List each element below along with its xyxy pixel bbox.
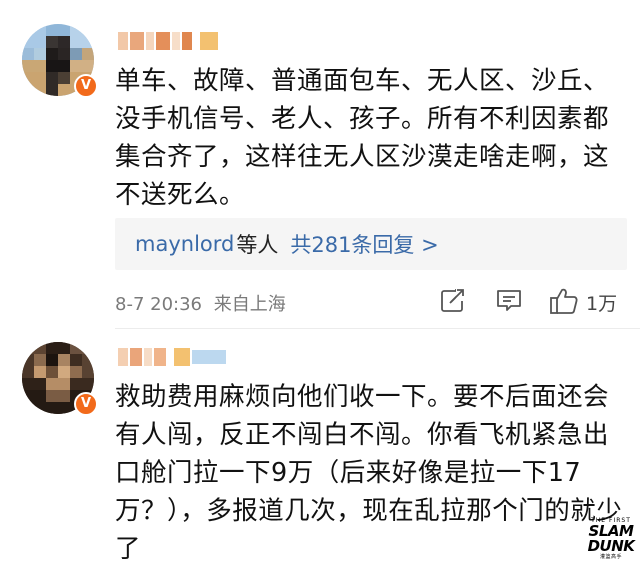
divider: [115, 328, 640, 329]
username-pixelated[interactable]: [118, 30, 218, 52]
verified-badge-icon: V: [74, 74, 98, 98]
share-icon: [441, 287, 466, 312]
slam-dunk-watermark-logo: THE FIRST SLAM DUNK 灌篮高手: [584, 518, 638, 560]
like-count: 1万: [586, 293, 618, 315]
reply-user-link[interactable]: maynlord: [135, 232, 234, 256]
username-pixelated[interactable]: [118, 346, 226, 368]
comment-text: 救助费用麻烦向他们收一下。要不后面还会有人闯，反正不闯白不闯。你看飞机紧急出口舱…: [115, 382, 623, 564]
reply-summary[interactable]: maynlord 等人 共281条回复 >: [115, 218, 627, 270]
comment-text: 单车、故障、普通面包车、无人区、沙丘、没手机信号、老人、孩子。所有不利因素都集合…: [115, 66, 610, 210]
logo-line: DUNK: [587, 537, 635, 555]
comment-button[interactable]: [494, 285, 524, 317]
verified-badge-icon: V: [74, 392, 98, 416]
comment-location: 来自上海: [213, 294, 286, 315]
reply-count-link[interactable]: 共281条回复 >: [290, 229, 438, 259]
comment-meta: 8-7 20:36 来自上海: [115, 290, 286, 316]
comment-date: 8-7 20:36: [115, 294, 202, 315]
share-button[interactable]: [438, 285, 468, 317]
like-button[interactable]: [548, 285, 580, 317]
logo-line: 灌篮高手: [599, 554, 622, 560]
comment-icon: [497, 290, 521, 311]
reply-mid-text: 等人: [236, 233, 279, 257]
thumbs-up-icon: [550, 288, 578, 314]
